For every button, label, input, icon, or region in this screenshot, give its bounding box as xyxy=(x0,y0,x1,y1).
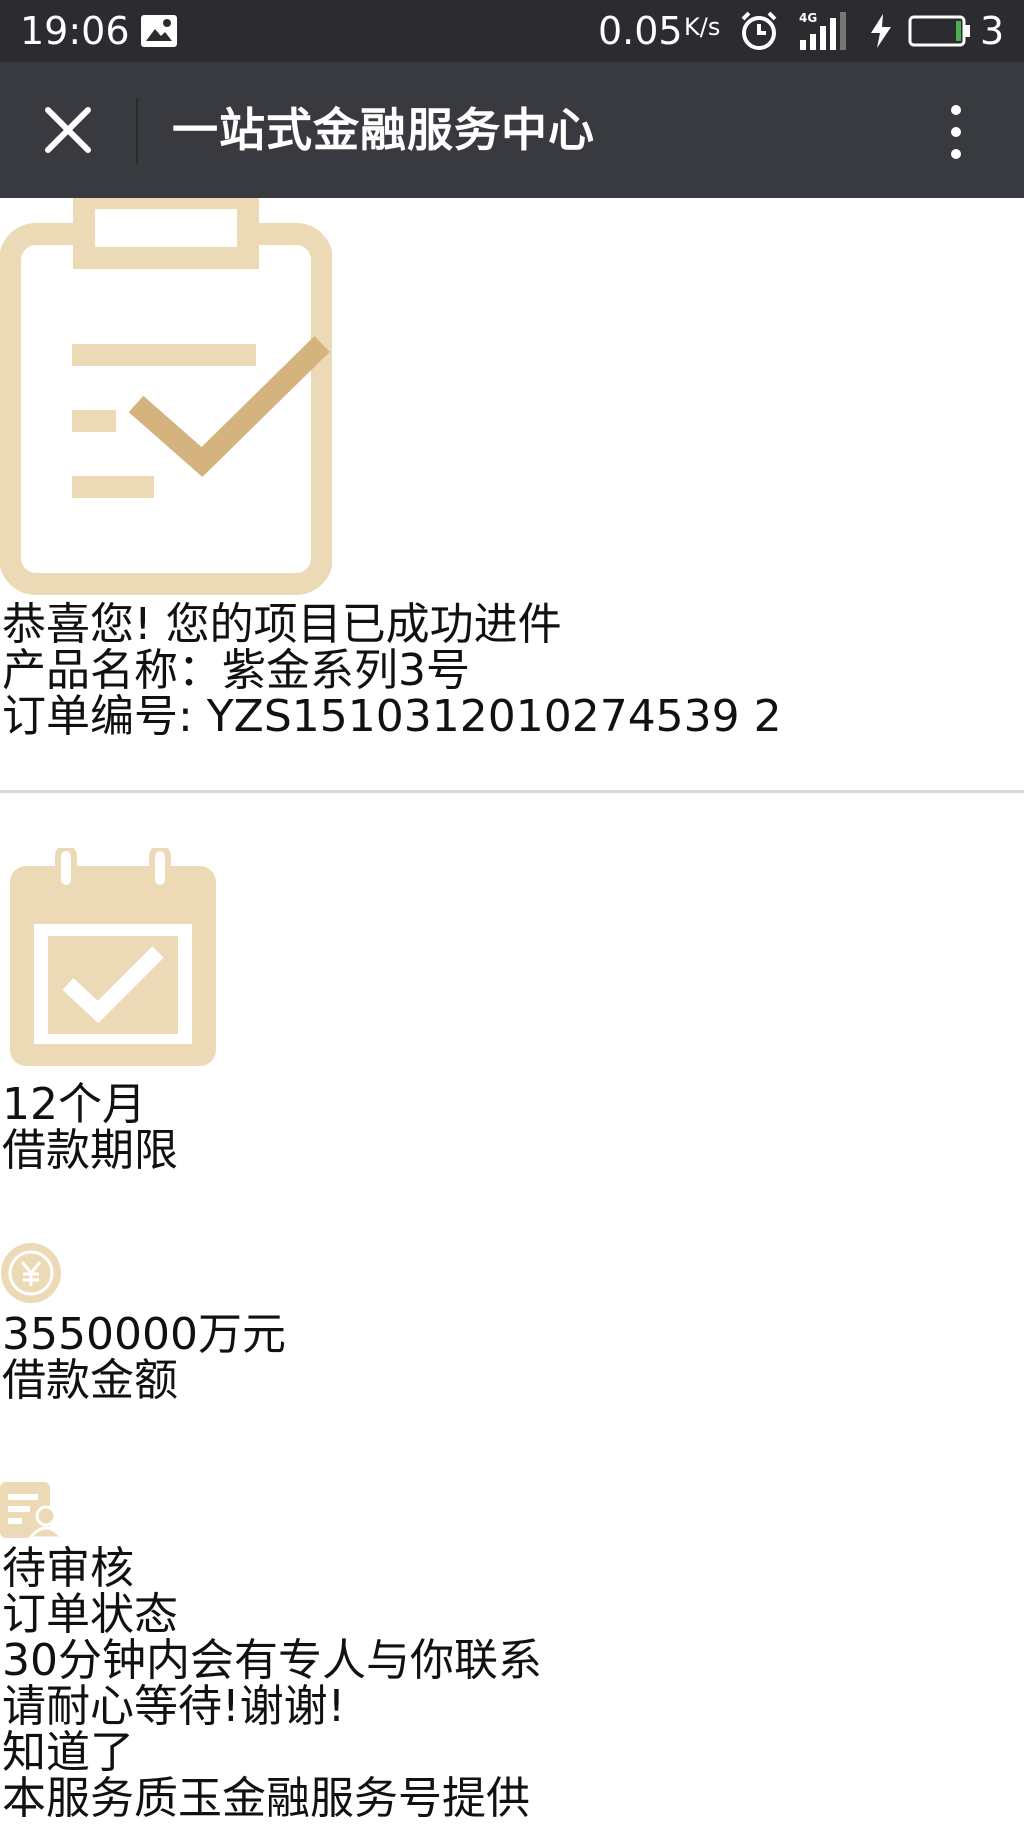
image-notification-icon xyxy=(141,15,177,47)
status-bar: 19:06 0.05 K/s 4G 3 xyxy=(0,0,1024,62)
order-status-label: 订单状态 xyxy=(2,1589,178,1640)
order-status-value: 待审核 xyxy=(2,1543,134,1594)
close-icon[interactable] xyxy=(40,102,96,158)
title-bar: 一站式金融服务中心 xyxy=(0,62,1024,198)
loan-term-label: 借款期限 xyxy=(2,1125,178,1176)
wait-note: 请耐心等待!谢谢! xyxy=(2,1681,346,1732)
network-speed-unit: K/s xyxy=(684,13,721,41)
product-name: 产品名称：紫金系列3号 xyxy=(2,645,470,696)
loan-term-value: 12个月 xyxy=(2,1079,146,1130)
battery-icon xyxy=(908,15,970,47)
loan-amount-label: 借款金额 xyxy=(2,1355,178,1406)
yuan-coin-icon xyxy=(1,1243,61,1303)
more-vertical-icon[interactable] xyxy=(944,102,968,162)
loan-amount-value: 3550000万元 xyxy=(2,1309,286,1360)
document-user-icon xyxy=(0,1482,62,1538)
network-type-label: 4G xyxy=(799,11,817,25)
title-divider xyxy=(136,98,138,164)
signal-icon: 4G xyxy=(799,11,846,50)
clipboard-check-icon xyxy=(0,198,332,595)
network-speed: 0.05 xyxy=(598,9,683,53)
calendar-check-icon xyxy=(10,848,216,1066)
alarm-icon xyxy=(741,11,777,50)
provider-note: 本服务质玉金融服务号提供 xyxy=(2,1773,530,1824)
ok-button[interactable]: 知道了 xyxy=(2,1730,134,1776)
section-divider xyxy=(0,790,1024,793)
charging-icon xyxy=(871,14,891,48)
contact-note: 30分钟内会有专人与你联系 xyxy=(2,1635,542,1686)
page-title: 一站式金融服务中心 xyxy=(172,103,595,157)
success-message: 恭喜您! 您的项目已成功进件 xyxy=(2,599,562,650)
status-time: 19:06 xyxy=(20,9,130,53)
order-number: 订单编号: YZS1510312010274539 2 xyxy=(2,691,782,742)
battery-level: 3 xyxy=(980,9,1005,53)
